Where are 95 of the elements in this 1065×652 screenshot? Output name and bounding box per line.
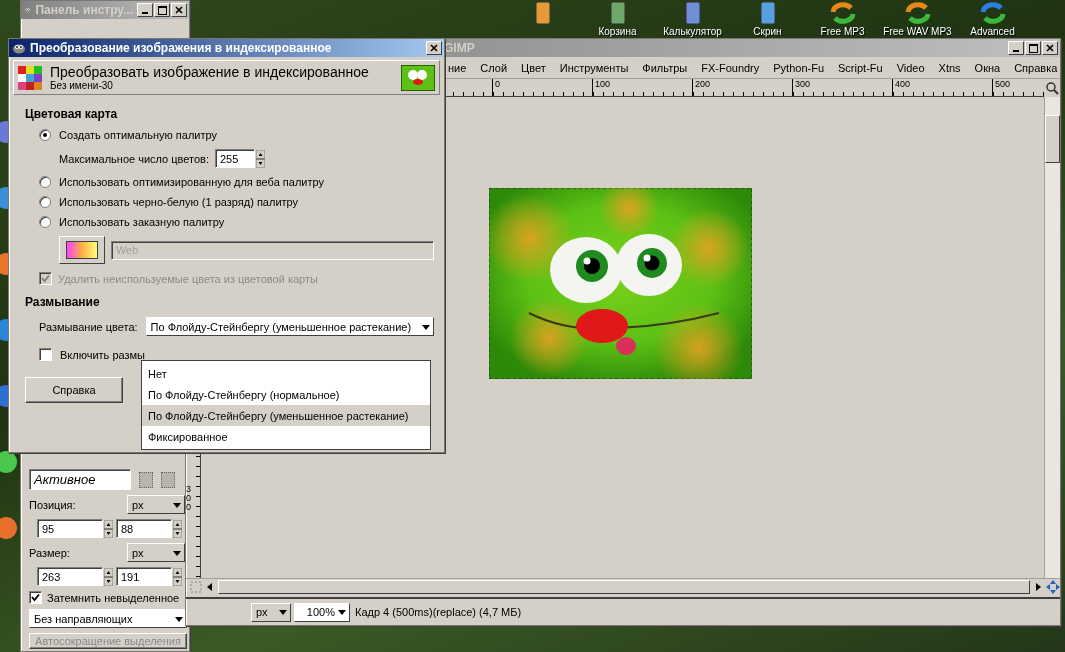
desktop-icon-label: Free WAV MP3: [883, 27, 952, 37]
field-label: Позиция:: [29, 498, 76, 511]
number-field[interactable]: 95: [37, 519, 103, 538]
menu-item[interactable]: Script-Fu: [838, 61, 883, 74]
maximize-button[interactable]: [1025, 41, 1041, 55]
menu-item[interactable]: Xtns: [938, 61, 961, 74]
close-button[interactable]: [426, 41, 442, 55]
desktop-icon-label: Free MP3: [820, 27, 865, 37]
field-label: Размывание цвета:: [39, 320, 138, 333]
desktop-icon[interactable]: [903, 0, 932, 26]
desktop-icon[interactable]: [0, 450, 18, 474]
menu-item[interactable]: Слой: [480, 61, 508, 74]
spin-arrows-icon[interactable]: [173, 567, 182, 586]
checkbox[interactable]: [29, 591, 42, 604]
guides-dropdown[interactable]: Без направляющих: [29, 609, 187, 628]
gimp-logo-icon: [12, 42, 26, 54]
unit-dropdown[interactable]: px: [251, 602, 291, 622]
image-thumbnail: [401, 64, 435, 91]
radio-button[interactable]: [39, 129, 51, 141]
menu-item[interactable]: Инструменты: [559, 61, 629, 74]
menu-option[interactable]: По Флойду-Стейнбергу (уменьшенное растекание): [142, 405, 430, 426]
radio-label: Использовать заказную палитру: [59, 216, 225, 228]
palette-grid-icon: [18, 65, 42, 90]
radio-button[interactable]: [39, 176, 51, 188]
number-field[interactable]: 263: [37, 567, 103, 586]
ruler-label: 300: [795, 79, 811, 89]
checkbox-label: Затемнить невыделенное: [47, 591, 180, 604]
desktop-icon[interactable]: [828, 0, 857, 26]
ruler-label: 100: [595, 79, 611, 89]
spin-arrows-icon[interactable]: [256, 149, 265, 168]
close-icon: [1046, 44, 1054, 52]
palette-button[interactable]: [59, 236, 105, 264]
unit-dropdown[interactable]: px: [127, 495, 185, 514]
menu-item[interactable]: Справка: [1014, 61, 1058, 74]
spin-arrows-icon[interactable]: [104, 519, 113, 538]
maximize-button[interactable]: [154, 3, 170, 17]
zoom-dropdown[interactable]: 100%: [294, 602, 350, 622]
menu-item[interactable]: Python-Fu: [773, 61, 825, 74]
number-field[interactable]: 88: [116, 519, 172, 538]
minimize-button[interactable]: [1008, 41, 1024, 55]
zoom-icon[interactable]: [1044, 79, 1060, 97]
dither-dropdown[interactable]: По Флойду-Стейнбергу (уменьшенное растекание): [145, 317, 434, 336]
ruler-label: 500: [995, 79, 1011, 89]
desktop-icon-label: Калькулятор: [663, 27, 722, 37]
field-label: Размер:: [29, 546, 70, 559]
ruler-label: 0: [495, 79, 500, 89]
close-button[interactable]: [1042, 41, 1058, 55]
ruler-label: 400: [895, 79, 911, 89]
window-title: Преобразование изображения в индексированное: [30, 41, 333, 55]
status-message: Кадр 4 (500ms)(replace) (4,7 МБ): [355, 606, 522, 618]
horizontal-scrollbar[interactable]: [218, 579, 1030, 594]
window-title: Панель инстру...: [35, 3, 133, 17]
spin-arrows-icon[interactable]: [173, 519, 182, 538]
radio-label: Создать оптимальную палитру: [59, 129, 217, 141]
dialog-heading: Преобразовать изображение в индексированное: [50, 64, 370, 80]
section-heading: Размывание: [25, 295, 101, 309]
maximize-icon: [157, 5, 167, 15]
image-name: Без имени-30: [50, 80, 114, 91]
desktop-icon-label: Advanced: [970, 27, 1015, 37]
radio-label: Использовать оптимизированную для веба палитру: [59, 176, 324, 188]
navigate-icon[interactable]: [1046, 579, 1060, 594]
menu-item[interactable]: FX-Foundry: [701, 61, 760, 74]
mode-icon[interactable]: [161, 471, 175, 488]
field-label: Максимальное число цветов:: [59, 152, 209, 165]
close-icon: [175, 6, 183, 14]
unit-dropdown[interactable]: px: [127, 543, 185, 562]
menu-item[interactable]: Video: [896, 61, 925, 74]
close-button[interactable]: [171, 3, 187, 17]
help-button[interactable]: Справка: [25, 377, 123, 403]
number-field[interactable]: 191: [116, 567, 172, 586]
ruler-label: 300: [186, 485, 192, 514]
desktop-icon[interactable]: [0, 516, 18, 540]
menu-item[interactable]: ние: [448, 61, 467, 74]
number-field[interactable]: 255: [215, 149, 255, 168]
ruler-label: 200: [695, 79, 711, 89]
desktop-icon[interactable]: [978, 0, 1007, 26]
radio-label: Использовать черно-белую (1 разряд) палитру: [59, 196, 299, 208]
checkbox-label: Удалить неиспользуемые цвета из цветовой карты: [58, 272, 318, 285]
section-heading: Цветовая карта: [25, 107, 119, 121]
menu-item[interactable]: Цвет: [521, 61, 546, 74]
mode-field[interactable]: Активное: [29, 469, 131, 490]
minimize-button[interactable]: [137, 3, 153, 17]
vertical-scrollbar[interactable]: [1044, 97, 1060, 578]
radio-button[interactable]: [39, 216, 51, 228]
desktop-icon-label: Корзина: [598, 27, 637, 37]
spin-arrows-icon[interactable]: [104, 567, 113, 586]
menu-item[interactable]: Окна: [974, 61, 1001, 74]
checkbox-label: Включить размы: [60, 348, 146, 361]
close-icon: [430, 44, 438, 52]
checkbox[interactable]: [39, 348, 52, 361]
maximize-icon: [1028, 43, 1038, 53]
mode-icon[interactable]: [139, 471, 153, 488]
desktop-icon-label: Скрин: [753, 27, 782, 37]
radio-button[interactable]: [39, 196, 51, 208]
menu-item[interactable]: Фильтры: [642, 61, 688, 74]
